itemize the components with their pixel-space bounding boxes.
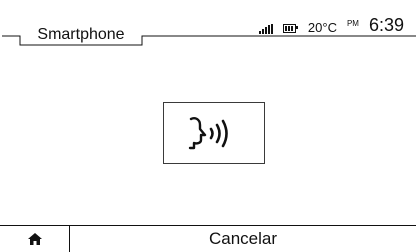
temperature-readout: 20°C — [307, 20, 337, 35]
home-button[interactable] — [0, 226, 70, 252]
voice-recognition-button[interactable] — [163, 102, 265, 164]
voice-recognition-icon — [188, 117, 228, 150]
signal-strength-icon — [258, 24, 273, 34]
battery-icon — [282, 24, 298, 33]
am-pm-indicator: PM — [346, 19, 359, 28]
status-bar: 20°C PM 6:39 — [258, 14, 404, 35]
page-title: Smartphone — [37, 26, 125, 43]
clock: 6:39 — [368, 15, 404, 35]
bottom-bar: Cancelar — [0, 225, 416, 252]
home-icon — [27, 233, 42, 245]
cancel-button[interactable]: Cancelar — [70, 226, 416, 252]
